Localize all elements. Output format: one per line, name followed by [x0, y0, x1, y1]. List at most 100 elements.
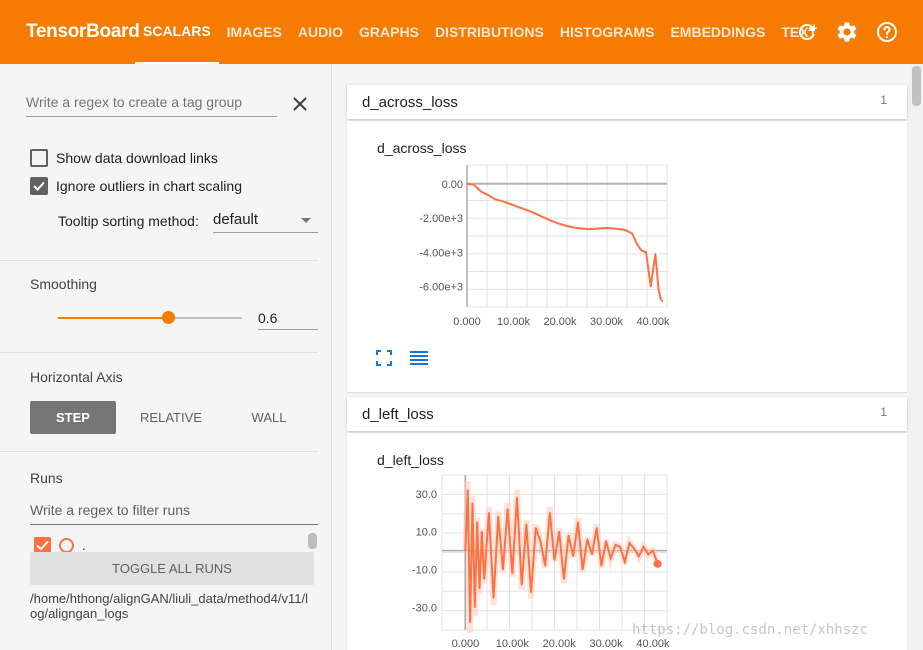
- dashboard-tabs: SCALARS IMAGES AUDIO GRAPHS DISTRIBUTION…: [135, 0, 825, 64]
- data-point: [615, 227, 617, 230]
- tab-images[interactable]: IMAGES: [219, 0, 290, 64]
- data-point: [530, 591, 532, 593]
- refresh-icon[interactable]: [795, 20, 819, 44]
- tab-graphs[interactable]: GRAPHS: [351, 0, 427, 64]
- axis-relative-button[interactable]: RELATIVE: [128, 401, 214, 434]
- tab-histograms[interactable]: HISTOGRAMS: [552, 0, 663, 64]
- data-point: [492, 597, 495, 599]
- tab-embeddings[interactable]: EMBEDDINGS: [662, 0, 773, 64]
- data-point: [553, 559, 556, 561]
- data-point: [591, 553, 593, 556]
- ignore-outliers-toggle[interactable]: Ignore outliers in chart scaling: [30, 177, 242, 195]
- data-point: [638, 555, 640, 558]
- data-point: [487, 194, 489, 196]
- data-point: [624, 229, 626, 231]
- tab-scalars[interactable]: SCALARS: [135, 0, 219, 64]
- x-tick-label: 10.00k: [497, 316, 531, 328]
- divider: [0, 451, 318, 452]
- chart-card-d-across-loss: d_across_loss 0.00 -2.00e+3 -4.00e+3 -6.00e…: [347, 121, 907, 392]
- data-point: [581, 568, 584, 571]
- data-point: [540, 215, 543, 218]
- data-point: [631, 232, 633, 235]
- tooltip-sorting-select[interactable]: default: [213, 208, 318, 233]
- data-point: [596, 227, 599, 230]
- data-point: [549, 219, 552, 222]
- card-count: 1: [880, 405, 887, 419]
- y-tick-label: -30.0: [412, 602, 437, 614]
- ignore-outliers-checkbox[interactable]: [30, 177, 48, 195]
- data-point: [568, 225, 571, 228]
- data-point: [511, 572, 514, 575]
- download-links-checkbox[interactable]: [30, 149, 48, 167]
- help-icon[interactable]: [875, 20, 899, 44]
- data-point: [476, 521, 478, 524]
- data-point: [469, 621, 471, 624]
- tab-audio[interactable]: AUDIO: [290, 0, 351, 64]
- run-color-circle[interactable]: [59, 538, 74, 553]
- data-point: [652, 549, 654, 552]
- data-point: [525, 523, 528, 525]
- x-tick-label: 20.00k: [544, 316, 578, 328]
- data-point: [502, 568, 504, 571]
- axis-step-button[interactable]: STEP: [30, 401, 116, 434]
- card-header-d-left-loss[interactable]: d_left_loss 1: [347, 397, 907, 431]
- data-point: [480, 190, 482, 193]
- data-point: [544, 564, 546, 567]
- smoothing-value-input[interactable]: [258, 306, 318, 330]
- x-tick-label: 30.00k: [590, 638, 624, 650]
- data-point: [494, 198, 496, 201]
- show-download-links-toggle[interactable]: Show data download links: [30, 149, 218, 167]
- x-tick-label: 40.00k: [636, 638, 670, 650]
- divider: [0, 260, 318, 261]
- data-point: [464, 549, 467, 552]
- card-header-d-across-loss[interactable]: d_across_loss 1: [347, 85, 907, 119]
- x-tick-label: 40.00k: [637, 316, 671, 328]
- data-point: [466, 489, 469, 491]
- data-point: [577, 521, 579, 524]
- last-point-marker: [653, 559, 662, 568]
- close-icon[interactable]: [290, 94, 310, 114]
- data-point: [531, 211, 533, 213]
- x-tick-label: 10.00k: [496, 638, 530, 650]
- data-point: [534, 527, 537, 529]
- y-tick-label: -10.0: [412, 565, 437, 577]
- smoothing-title: Smoothing: [30, 276, 97, 292]
- series-line: [466, 182, 664, 302]
- settings-icon[interactable]: [835, 20, 859, 44]
- smoothing-slider-fill: [58, 317, 169, 319]
- data-table-icon[interactable]: [409, 349, 429, 367]
- data-point: [512, 204, 515, 207]
- data-point: [539, 540, 542, 542]
- data-point: [466, 183, 468, 185]
- runs-scrollbar[interactable]: [308, 533, 317, 549]
- data-point: [488, 512, 490, 514]
- data-point: [614, 544, 617, 546]
- axis-wall-button[interactable]: WALL: [226, 401, 312, 434]
- fullscreen-icon[interactable]: [375, 349, 393, 367]
- x-tick-label: 30.00k: [590, 316, 624, 328]
- data-point: [516, 496, 518, 499]
- data-point: [559, 223, 561, 225]
- smoothing-slider[interactable]: [58, 311, 242, 324]
- toggle-all-runs-button[interactable]: TOGGLE ALL RUNS: [30, 552, 314, 585]
- data-point: [497, 515, 500, 518]
- data-point: [503, 200, 506, 203]
- page-scrollbar[interactable]: [909, 64, 923, 650]
- data-point: [558, 530, 560, 533]
- run-label: .: [82, 538, 86, 553]
- data-point: [572, 555, 575, 558]
- tag-group-regex-input[interactable]: [26, 92, 277, 117]
- data-point: [483, 578, 485, 580]
- divider: [0, 352, 318, 353]
- data-point: [657, 289, 660, 291]
- page-scrollbar-thumb[interactable]: [912, 66, 921, 106]
- data-point: [659, 297, 662, 300]
- data-point: [619, 546, 621, 548]
- data-point: [609, 557, 612, 559]
- tab-distributions[interactable]: DISTRIBUTIONS: [427, 0, 552, 64]
- chart-d-across-loss[interactable]: 0.00 -2.00e+3 -4.00e+3 -6.00e+3 0.000 10.00k 2…: [347, 157, 907, 382]
- chart-title: d_left_loss: [377, 452, 444, 468]
- runs-filter-input[interactable]: [30, 500, 318, 525]
- card-name: d_left_loss: [362, 406, 434, 423]
- data-point: [633, 547, 635, 550]
